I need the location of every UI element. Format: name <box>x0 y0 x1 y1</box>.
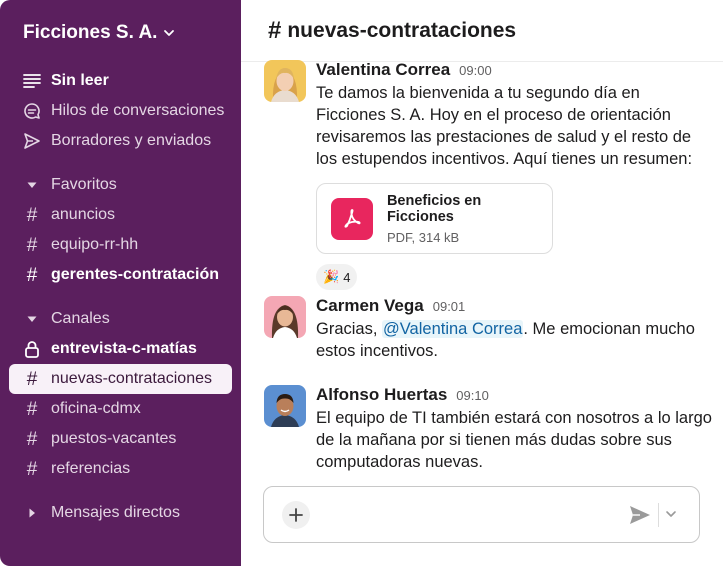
caret-down-icon <box>27 316 37 322</box>
channel-title: nuevas-contrataciones <box>287 18 517 42</box>
message-text: El equipo de TI también estará con nosot… <box>316 409 712 471</box>
channel-label: gerentes-contratación <box>51 266 220 283</box>
section-title: Mensajes directos <box>51 504 180 521</box>
app-window: Ficciones S. A. Sin leer Hilos de conver… <box>0 0 723 566</box>
sidebar-item-label: Sin leer <box>51 72 109 89</box>
sidebar-item-puestos-vacantes[interactable]: # puestos-vacantes <box>9 424 232 454</box>
avatar[interactable] <box>264 296 306 338</box>
section-favorites[interactable]: Favoritos <box>9 170 241 200</box>
message-timestamp[interactable]: 09:01 <box>433 299 466 314</box>
party-popper-icon: 🎉 <box>323 269 340 284</box>
channel-label: puestos-vacantes <box>51 430 177 447</box>
message-author[interactable]: Alfonso Huertas <box>316 385 447 405</box>
divider <box>658 503 659 527</box>
channel-header[interactable]: # nuevas-contrataciones <box>241 0 723 62</box>
unread-list-icon <box>23 72 41 90</box>
reaction-pill[interactable]: 🎉 4 <box>316 264 358 290</box>
section-direct-messages[interactable]: Mensajes directos <box>9 498 241 528</box>
message: Valentina Correa 09:00 Te damos la bienv… <box>264 60 714 290</box>
sidebar-item-referencias[interactable]: # referencias <box>9 454 232 484</box>
message-composer[interactable] <box>263 486 700 543</box>
file-meta: PDF, 314 kB <box>386 229 460 245</box>
message-timestamp[interactable]: 09:10 <box>456 388 489 403</box>
lock-icon <box>23 340 41 358</box>
message: Alfonso Huertas 09:10 El equipo de TI ta… <box>264 385 714 473</box>
hash-icon: # <box>26 204 38 226</box>
sidebar-item-gerentes-contratacion[interactable]: # gerentes-contratación <box>9 260 232 290</box>
sidebar-item-label: Hilos de conversaciones <box>51 102 225 119</box>
chevron-down-icon <box>164 30 175 36</box>
section-title: Favoritos <box>51 176 117 193</box>
send-outline-icon <box>23 132 41 150</box>
message-text-part: Gracias, <box>316 320 383 338</box>
sidebar-item-entrevista-c-matias[interactable]: entrevista-c-matías <box>9 334 232 364</box>
sidebar-item-threads[interactable]: Hilos de conversaciones <box>9 96 232 126</box>
hash-icon: # <box>26 458 38 480</box>
message-timestamp[interactable]: 09:00 <box>459 63 492 78</box>
message: Carmen Vega 09:01 Gracias, @Valentina Co… <box>264 296 714 362</box>
sidebar-item-label: Borradores y enviados <box>51 132 212 149</box>
sidebar-item-drafts[interactable]: Borradores y enviados <box>9 126 232 156</box>
hash-icon: # <box>26 264 38 286</box>
sidebar-item-unread[interactable]: Sin leer <box>9 66 232 96</box>
avatar[interactable] <box>264 60 306 102</box>
channel-label: entrevista-c-matías <box>51 340 197 357</box>
reaction-count: 4 <box>343 269 351 285</box>
workspace-name: Ficciones S. A. <box>23 22 158 43</box>
channel-label: equipo-rr-hh <box>51 236 139 253</box>
file-name: Beneficios en Ficciones <box>386 192 482 225</box>
sidebar: Ficciones S. A. Sin leer Hilos de conver… <box>0 0 241 566</box>
section-title: Canales <box>51 310 110 327</box>
add-attachment-button[interactable] <box>282 501 310 529</box>
file-attachment[interactable]: Beneficios en Ficciones PDF, 314 kB <box>316 183 553 254</box>
channel-view: # nuevas-contrataciones Valentina Correa… <box>241 0 723 566</box>
sidebar-item-equipo-rr-hh[interactable]: # equipo-rr-hh <box>9 230 232 260</box>
channel-label: oficina-cdmx <box>51 400 141 417</box>
sidebar-item-anuncios[interactable]: # anuncios <box>9 200 232 230</box>
section-channels[interactable]: Canales <box>9 304 241 334</box>
message-text: Te damos la bienvenida a tu segundo día … <box>316 84 693 168</box>
hash-icon: # <box>26 368 38 390</box>
nav-top: Sin leer Hilos de conversaciones Borrado… <box>0 66 241 156</box>
chevron-down-icon[interactable] <box>664 507 678 521</box>
hash-icon: # <box>26 234 38 256</box>
channel-label: referencias <box>51 460 131 477</box>
hash-icon: # <box>26 428 38 450</box>
workspace-switcher[interactable]: Ficciones S. A. <box>23 18 241 48</box>
message-text: Gracias, @Valentina Correa. Me emocionan… <box>316 318 714 362</box>
caret-right-icon <box>29 508 35 518</box>
threads-icon <box>23 102 41 120</box>
channel-label: anuncios <box>51 206 116 223</box>
message-author[interactable]: Carmen Vega <box>316 296 424 316</box>
pdf-icon <box>331 197 373 240</box>
user-mention[interactable]: @Valentina Correa <box>382 320 524 338</box>
channel-label: nuevas-contrataciones <box>51 370 212 387</box>
caret-down-icon <box>27 182 37 188</box>
hash-icon: # <box>268 16 282 44</box>
send-icon[interactable] <box>628 504 652 526</box>
hash-icon: # <box>26 398 38 420</box>
sidebar-item-oficina-cdmx[interactable]: # oficina-cdmx <box>9 394 232 424</box>
sidebar-item-nuevas-contrataciones[interactable]: # nuevas-contrataciones <box>9 364 232 394</box>
avatar[interactable] <box>264 385 306 427</box>
plus-icon <box>289 508 303 522</box>
message-author[interactable]: Valentina Correa <box>316 60 450 80</box>
